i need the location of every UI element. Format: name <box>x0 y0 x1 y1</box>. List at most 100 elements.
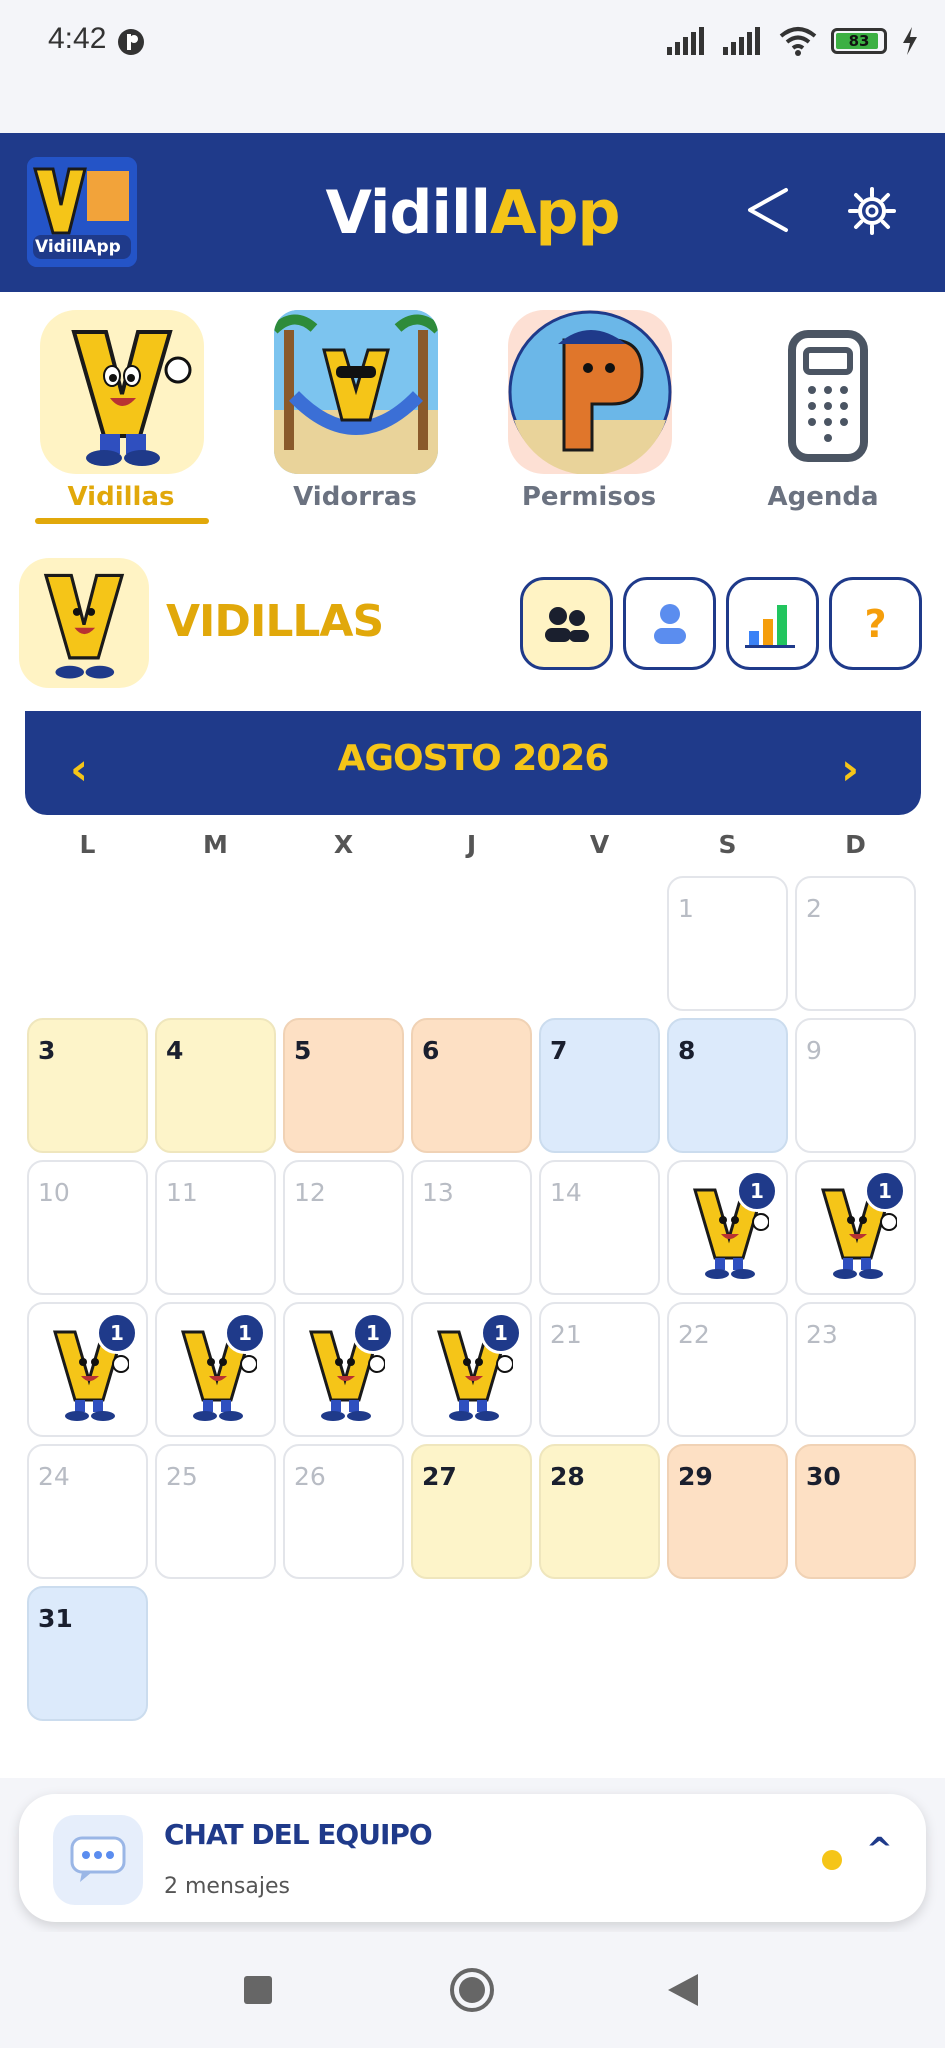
calendar-day[interactable]: 4 <box>155 1018 276 1153</box>
tab-permisos[interactable]: Permisos <box>472 292 706 538</box>
calendar-day[interactable]: 13 <box>411 1160 532 1295</box>
signal-icon-2 <box>723 27 760 55</box>
calendar-day[interactable]: 30 <box>795 1444 916 1579</box>
section-title: VIDILLAS <box>166 596 384 647</box>
calendar-day[interactable]: 25 <box>155 1444 276 1579</box>
calendar-day[interactable]: 7 <box>539 1018 660 1153</box>
chat-expand-button[interactable]: ^ <box>866 1830 893 1868</box>
month-title: AGOSTO 2026 <box>337 738 610 779</box>
tab-agenda[interactable]: Agenda <box>706 292 940 538</box>
stats-button[interactable] <box>726 577 819 670</box>
vidilla-count-badge: 1 <box>864 1170 906 1212</box>
app-title: VidillApp <box>0 178 945 248</box>
day-number: 22 <box>678 1320 710 1349</box>
back-icon[interactable] <box>666 1972 700 2008</box>
calendar-day[interactable]: 1 <box>667 876 788 1011</box>
weekday-label: M <box>203 830 228 859</box>
day-number: 12 <box>294 1178 326 1207</box>
weekday-label: V <box>589 830 610 859</box>
calendar-day[interactable]: 8 <box>667 1018 788 1153</box>
home-icon[interactable] <box>448 1966 496 2014</box>
calendar-day[interactable]: 1 <box>155 1302 276 1437</box>
day-number: 27 <box>422 1462 457 1491</box>
calendar-day[interactable]: 27 <box>411 1444 532 1579</box>
status-icons: 83 <box>667 26 919 56</box>
calendar-day[interactable]: 11 <box>155 1160 276 1295</box>
notification-icon <box>118 29 144 55</box>
tab-label: Vidillas <box>67 482 175 512</box>
bar-chart-icon <box>744 604 795 648</box>
chat-bubble-icon <box>53 1815 143 1905</box>
calendar-day[interactable]: 12 <box>283 1160 404 1295</box>
calendar-day[interactable]: 1 <box>795 1160 916 1295</box>
vidilla-count-badge: 1 <box>96 1312 138 1354</box>
recents-icon[interactable] <box>244 1976 272 2004</box>
calendar-day[interactable]: 5 <box>283 1018 404 1153</box>
calendar-day[interactable]: 2 <box>795 876 916 1011</box>
day-number: 1 <box>678 894 694 923</box>
day-number: 29 <box>678 1462 713 1491</box>
day-number: 23 <box>806 1320 838 1349</box>
group-view-button[interactable] <box>520 577 613 670</box>
calendar-day[interactable]: 9 <box>795 1018 916 1153</box>
chat-title: CHAT DEL EQUIPO <box>164 1818 433 1851</box>
day-number: 30 <box>806 1462 841 1491</box>
group-icon <box>544 606 589 642</box>
calendar-day[interactable]: 6 <box>411 1018 532 1153</box>
team-chat-card[interactable] <box>19 1794 926 1922</box>
calendar-day[interactable]: 1 <box>667 1160 788 1295</box>
vidilla-count-badge: 1 <box>352 1312 394 1354</box>
weekday-label: S <box>718 830 737 859</box>
active-tab-indicator <box>35 518 209 524</box>
person-view-button[interactable] <box>623 577 716 670</box>
day-number: 21 <box>550 1320 582 1349</box>
status-bar <box>0 0 945 133</box>
help-icon: ? <box>864 601 887 646</box>
calendar-day[interactable]: 22 <box>667 1302 788 1437</box>
weekday-label: D <box>845 830 866 859</box>
charging-icon <box>903 27 917 55</box>
app-title-part1: Vidill <box>325 178 492 248</box>
calendar-day[interactable]: 1 <box>411 1302 532 1437</box>
day-number: 26 <box>294 1462 326 1491</box>
tab-label: Vidorras <box>293 482 417 512</box>
day-number: 11 <box>166 1178 198 1207</box>
tab-label: Permisos <box>521 482 657 512</box>
settings-icon[interactable] <box>847 186 897 236</box>
calendar-day[interactable]: 28 <box>539 1444 660 1579</box>
day-number: 25 <box>166 1462 198 1491</box>
calendar-day[interactable]: 10 <box>27 1160 148 1295</box>
tab-label: Agenda <box>767 482 879 512</box>
day-number: 28 <box>550 1462 585 1491</box>
phone-icon <box>742 310 906 474</box>
app-title-part2: App <box>490 178 620 248</box>
person-icon <box>653 603 686 644</box>
signal-icon <box>667 27 704 55</box>
calendar-day[interactable]: 23 <box>795 1302 916 1437</box>
day-number: 5 <box>294 1036 312 1065</box>
help-button[interactable]: ? <box>829 577 922 670</box>
unread-dot <box>822 1850 842 1870</box>
tab-vidorras[interactable]: Vidorras <box>238 292 472 538</box>
next-month-button[interactable]: › <box>841 744 859 795</box>
vidilla-count-badge: 1 <box>224 1312 266 1354</box>
share-icon[interactable] <box>744 186 792 234</box>
calendar-day[interactable]: 1 <box>283 1302 404 1437</box>
day-number: 24 <box>38 1462 70 1491</box>
day-number: 8 <box>678 1036 696 1065</box>
calendar-day[interactable]: 3 <box>27 1018 148 1153</box>
calendar-day[interactable]: 14 <box>539 1160 660 1295</box>
status-time: 4:42 <box>48 22 107 55</box>
calendar-day[interactable]: 31 <box>27 1586 148 1721</box>
calendar-day[interactable]: 24 <box>27 1444 148 1579</box>
battery-level: 83 <box>848 32 870 50</box>
day-number: 3 <box>38 1036 56 1065</box>
day-number: 10 <box>38 1178 70 1207</box>
day-number: 7 <box>550 1036 568 1065</box>
calendar-day[interactable]: 1 <box>27 1302 148 1437</box>
tab-vidillas[interactable]: Vidillas <box>4 292 238 538</box>
day-number: 31 <box>38 1604 73 1633</box>
calendar-day[interactable]: 29 <box>667 1444 788 1579</box>
calendar-day[interactable]: 21 <box>539 1302 660 1437</box>
calendar-day[interactable]: 26 <box>283 1444 404 1579</box>
